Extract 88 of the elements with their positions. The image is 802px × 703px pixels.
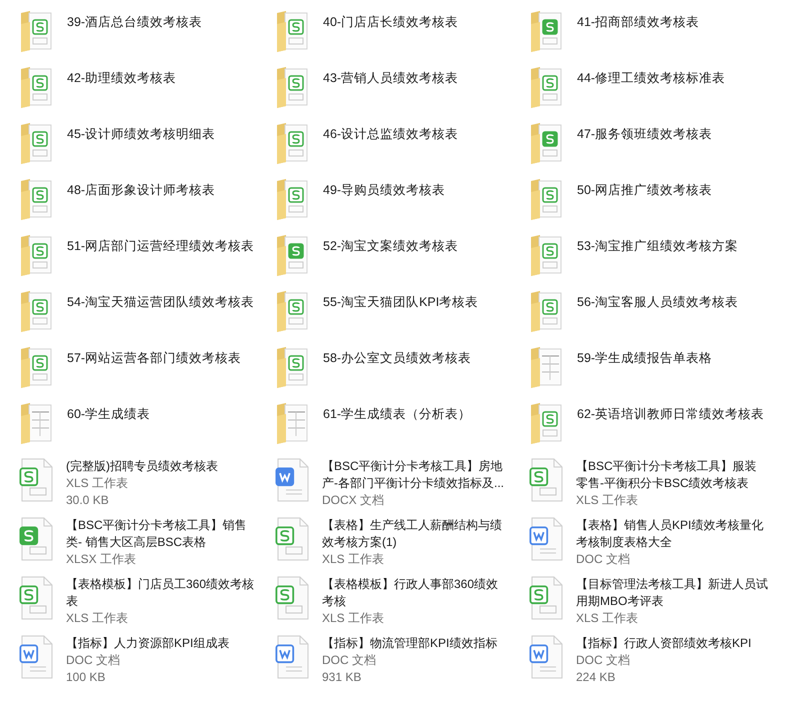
spreadsheet-file-icon [18,458,54,502]
spreadsheet-file-icon [18,576,54,620]
file-name[interactable]: 【指标】物流管理部KPI绩效指标 [322,635,510,652]
folder-name[interactable]: 44-修理工绩效考核标准表 [577,70,726,87]
document-file-icon [18,635,54,679]
document-file-icon [274,458,310,502]
file-type: DOC 文档 [66,652,121,669]
file-type: XLS 工作表 [576,492,640,509]
spreadsheet-folder-icon [530,402,564,444]
folder-name[interactable]: 43-营销人员绩效考核表 [323,70,458,87]
file-type: DOC 文档 [322,652,377,669]
spreadsheet-folder-icon [530,122,564,164]
file-size: 224 KB [576,669,616,686]
file-size: 100 KB [66,669,106,686]
folder-name[interactable]: 59-学生成绩报告单表格 [577,350,712,367]
spreadsheet-folder-icon [276,290,310,332]
spreadsheet-folder-icon [530,66,564,108]
folder-name[interactable]: 61-学生成绩表（分析表） [323,406,472,423]
spreadsheet-folder-icon [530,10,564,52]
folder-icon [20,402,54,444]
spreadsheet-folder-icon [20,178,54,220]
spreadsheet-file-icon [528,458,564,502]
file-type: XLS 工作表 [66,475,130,492]
document-file-icon [528,517,564,561]
folder-name[interactable]: 40-门店店长绩效考核表 [323,14,458,31]
folder-icon [530,346,564,388]
folder-name[interactable]: 48-店面形象设计师考核表 [67,182,216,199]
file-type: XLS 工作表 [66,610,130,627]
file-type: XLS 工作表 [322,610,386,627]
folder-name[interactable]: 41-招商部绩效考核表 [577,14,700,31]
file-name[interactable]: 【BSC平衡计分卡考核工具】房地产-各部门平衡计分卡绩效指标及... [322,458,510,492]
spreadsheet-folder-icon [20,66,54,108]
folder-name[interactable]: 58-办公室文员绩效考核表 [323,350,472,367]
folder-name[interactable]: 56-淘宝客服人员绩效考核表 [577,294,738,311]
folder-name[interactable]: 55-淘宝天猫团队KPI考核表 [323,294,478,311]
spreadsheet-folder-icon [20,234,54,276]
file-name[interactable]: 【BSC平衡计分卡考核工具】销售类- 销售大区高层BSC表格 [66,517,256,551]
spreadsheet-folder-icon [530,234,564,276]
folder-name[interactable]: 49-导购员绩效考核表 [323,182,446,199]
spreadsheet-folder-icon [20,122,54,164]
file-name[interactable]: 【表格】生产线工人薪酬结构与绩效考核方案(1) [322,517,510,551]
file-size: 931 KB [322,669,362,686]
document-file-icon [274,635,310,679]
folder-name[interactable]: 52-淘宝文案绩效考核表 [323,238,458,255]
file-size: 30.0 KB [66,492,110,509]
spreadsheet-file-icon [274,576,310,620]
file-name[interactable]: 【指标】行政人资部绩效考核KPI [576,635,768,652]
folder-name[interactable]: 53-淘宝推广组绩效考核方案 [577,238,738,255]
folder-name[interactable]: 54-淘宝天猫运营团队绩效考核表 [67,294,254,311]
document-file-icon [528,635,564,679]
file-name[interactable]: 【表格模板】门店员工360绩效考核表 [66,576,256,610]
folder-name[interactable]: 50-网店推广绩效考核表 [577,182,712,199]
folder-name[interactable]: 39-酒店总台绩效考核表 [67,14,202,31]
folder-name[interactable]: 51-网店部门运营经理绩效考核表 [67,238,254,255]
spreadsheet-file-icon [18,517,54,561]
file-name[interactable]: 【BSC平衡计分卡考核工具】服装零售-平衡积分卡BSC绩效考核表 [576,458,768,492]
folder-name[interactable]: 42-助理绩效考核表 [67,70,176,87]
spreadsheet-file-icon [528,576,564,620]
spreadsheet-folder-icon [20,346,54,388]
folder-name[interactable]: 46-设计总监绩效考核表 [323,126,458,143]
spreadsheet-folder-icon [20,290,54,332]
spreadsheet-folder-icon [276,66,310,108]
spreadsheet-folder-icon [530,290,564,332]
spreadsheet-folder-icon [276,234,310,276]
spreadsheet-folder-icon [276,122,310,164]
file-type: DOC 文档 [576,652,631,669]
file-type: DOCX 文档 [322,492,386,509]
file-name[interactable]: 【目标管理法考核工具】新进人员试用期MBO考评表 [576,576,768,610]
spreadsheet-file-icon [274,517,310,561]
folder-name[interactable]: 47-服务领班绩效考核表 [577,126,712,143]
folder-name[interactable]: 60-学生成绩表 [67,406,150,423]
folder-name[interactable]: 57-网站运营各部门绩效考核表 [67,350,242,367]
folder-name[interactable]: 62-英语培训教师日常绩效考核表 [577,406,764,423]
spreadsheet-folder-icon [530,178,564,220]
spreadsheet-folder-icon [276,10,310,52]
file-name[interactable]: (完整版)招聘专员绩效考核表 [66,458,256,475]
folder-name[interactable]: 45-设计师绩效考核明细表 [67,126,216,143]
file-type: XLS 工作表 [322,551,386,568]
spreadsheet-folder-icon [276,178,310,220]
file-type: XLS 工作表 [576,610,640,627]
spreadsheet-folder-icon [20,10,54,52]
file-type: XLSX 工作表 [66,551,138,568]
file-type: DOC 文档 [576,551,631,568]
folder-icon [276,402,310,444]
file-name[interactable]: 【表格模板】行政人事部360绩效考核 [322,576,510,610]
file-name[interactable]: 【指标】人力资源部KPI组成表 [66,635,256,652]
spreadsheet-folder-icon [276,346,310,388]
file-name[interactable]: 【表格】销售人员KPI绩效考核量化考核制度表格大全 [576,517,768,551]
